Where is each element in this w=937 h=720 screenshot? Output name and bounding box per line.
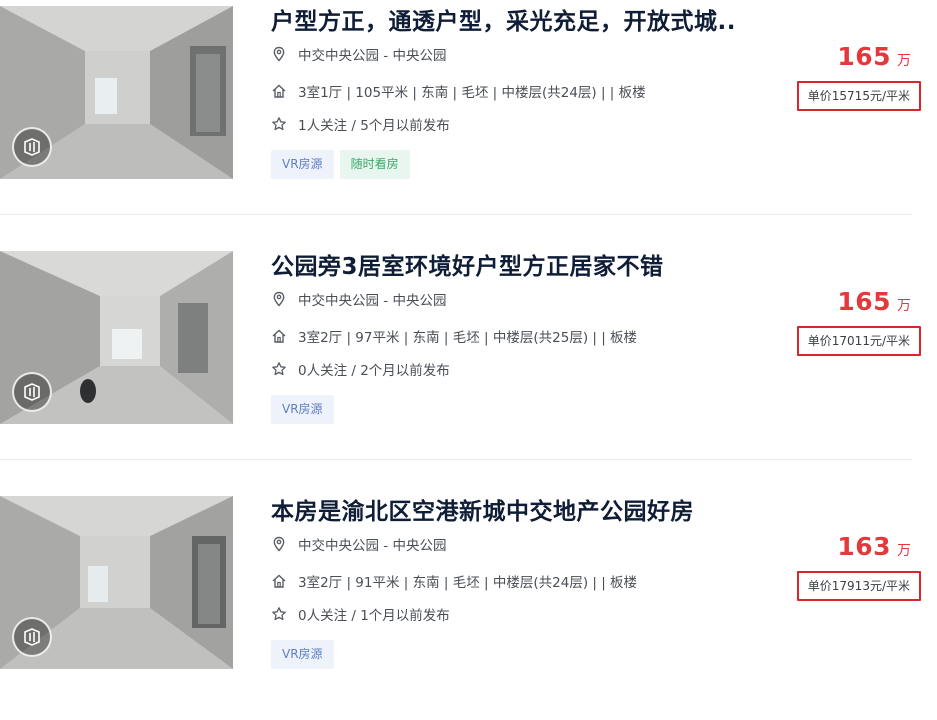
total-price-value: 165 [837, 42, 891, 71]
tag-vr: VR房源 [271, 395, 334, 424]
location-text[interactable]: 中交中央公园 - 中央公园 [298, 289, 446, 309]
location-text[interactable]: 中交中央公园 - 中央公园 [298, 44, 446, 64]
vr-cube-icon [24, 383, 40, 401]
listing-title[interactable]: 户型方正，通透户型，采光充足，开放式城.. [271, 2, 736, 36]
location-text[interactable]: 中交中央公园 - 中央公园 [298, 534, 446, 554]
location-pin-icon [271, 46, 287, 62]
listing-title[interactable]: 公园旁3居室环境好户型方正居家不错 [271, 247, 664, 281]
listing-photo[interactable] [0, 251, 233, 424]
location-pin-icon [271, 291, 287, 307]
star-icon [271, 361, 287, 377]
follow-info-row: 0人关注 / 1个月以前发布 [271, 604, 450, 624]
house-info-row: 3室2厅 | 91平米 | 东南 | 毛坯 | 中楼层(共24层) | | 板楼 [271, 571, 637, 591]
vr-badge[interactable] [12, 127, 52, 167]
location-row: 中交中央公园 - 中央公园 [271, 289, 446, 309]
tag-list: VR房源 [271, 640, 334, 669]
total-price-unit: 万 [897, 543, 911, 559]
tag-list: VR房源 [271, 395, 334, 424]
listing-item: 本房是渝北区空港新城中交地产公园好房 中交中央公园 - 中央公园 3室2厅 | … [0, 490, 937, 720]
listing-title[interactable]: 本房是渝北区空港新城中交地产公园好房 [271, 492, 694, 526]
house-info-text: 3室2厅 | 91平米 | 东南 | 毛坯 | 中楼层(共24层) | | 板楼 [298, 575, 638, 591]
unit-price: 单价15715元/平米 [796, 81, 921, 111]
total-price: 165 万 [837, 287, 911, 316]
house-info-text: 3室2厅 | 97平米 | 东南 | 毛坯 | 中楼层(共25层) | | 板楼 [298, 330, 638, 346]
tag-vr: VR房源 [271, 150, 334, 179]
follow-info-text: 1人关注 / 5个月以前发布 [298, 118, 450, 134]
listing-photo[interactable] [0, 6, 233, 179]
star-icon [271, 606, 287, 622]
vr-badge[interactable] [12, 617, 52, 657]
listing-item: 公园旁3居室环境好户型方正居家不错 中交中央公园 - 中央公园 3室2厅 | 9… [0, 245, 937, 475]
tag-vr: VR房源 [271, 640, 334, 669]
total-price: 165 万 [837, 42, 911, 71]
house-info-text: 3室1厅 | 105平米 | 东南 | 毛坯 | 中楼层(共24层) | | 板… [298, 85, 646, 101]
listing-item: 户型方正，通透户型，采光充足，开放式城.. 中交中央公园 - 中央公园 3室1厅… [0, 0, 937, 230]
location-row: 中交中央公园 - 中央公园 [271, 534, 446, 554]
unit-price: 单价17011元/平米 [796, 326, 921, 356]
vr-cube-icon [24, 138, 40, 156]
follow-info-row: 0人关注 / 2个月以前发布 [271, 359, 450, 379]
house-icon [271, 573, 287, 589]
listing-photo[interactable] [0, 496, 233, 669]
vr-badge[interactable] [12, 372, 52, 412]
house-info-row: 3室2厅 | 97平米 | 东南 | 毛坯 | 中楼层(共25层) | | 板楼 [271, 326, 637, 346]
star-icon [271, 116, 287, 132]
location-pin-icon [271, 536, 287, 552]
house-icon [271, 83, 287, 99]
location-row: 中交中央公园 - 中央公园 [271, 44, 446, 64]
total-price-value: 163 [837, 532, 891, 561]
tag-anytime-viewing: 随时看房 [339, 150, 410, 179]
total-price-unit: 万 [897, 298, 911, 314]
total-price-value: 165 [837, 287, 891, 316]
total-price: 163 万 [837, 532, 911, 561]
follow-info-text: 0人关注 / 2个月以前发布 [298, 363, 450, 379]
divider [0, 459, 912, 460]
follow-info-row: 1人关注 / 5个月以前发布 [271, 114, 450, 134]
listing-list: 户型方正，通透户型，采光充足，开放式城.. 中交中央公园 - 中央公园 3室1厅… [0, 0, 937, 669]
vr-cube-icon [24, 628, 40, 646]
house-info-row: 3室1厅 | 105平米 | 东南 | 毛坯 | 中楼层(共24层) | | 板… [271, 81, 646, 101]
divider [0, 214, 912, 215]
total-price-unit: 万 [897, 53, 911, 69]
unit-price: 单价17913元/平米 [796, 571, 921, 601]
follow-info-text: 0人关注 / 1个月以前发布 [298, 608, 450, 624]
house-icon [271, 328, 287, 344]
tag-list: VR房源 随时看房 [271, 150, 410, 179]
